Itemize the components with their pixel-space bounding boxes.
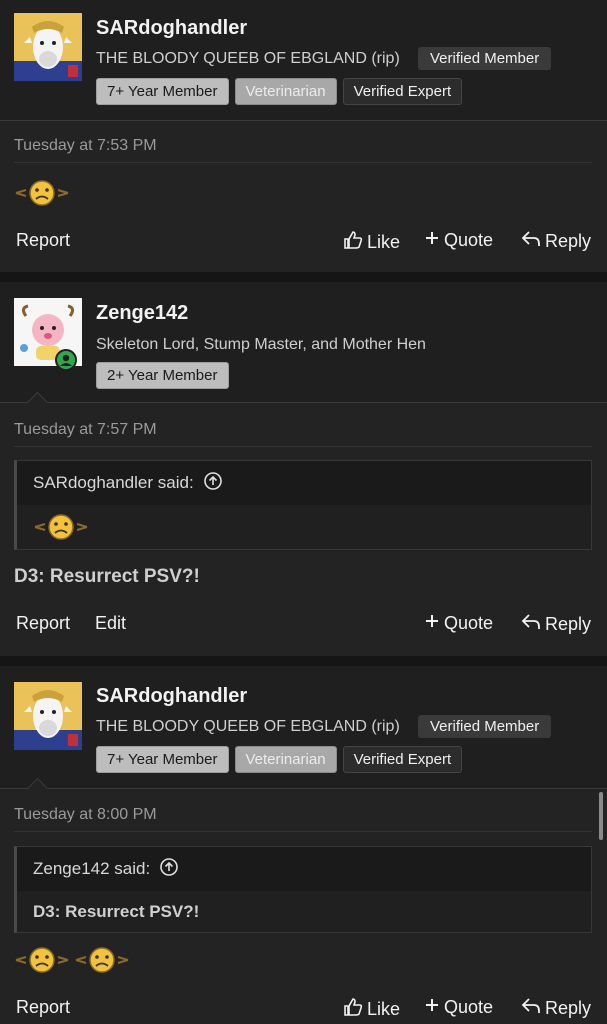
arrow-up-circle-icon[interactable] <box>203 471 222 495</box>
report-link[interactable]: Report <box>16 997 70 1018</box>
plus-icon <box>424 613 440 634</box>
date-divider <box>14 162 592 163</box>
user-badges: 7+ Year Member Veterinarian Verified Exp… <box>96 78 463 105</box>
like-button[interactable]: Like <box>343 997 400 1022</box>
reply-button[interactable]: Reply <box>521 997 591 1020</box>
arrow-up-circle-icon[interactable] <box>160 857 179 881</box>
reply-arrow-icon <box>521 230 541 253</box>
quote-header[interactable]: Zenge142 said: <box>17 847 591 891</box>
badge-year-member: 2+ Year Member <box>96 362 229 389</box>
post-date-link[interactable]: Tuesday at 8:00 PM <box>14 806 157 824</box>
quote-button[interactable]: Quote <box>424 230 493 251</box>
quote-text: D3: Resurrect PSV?! <box>33 901 200 921</box>
reply-label: Reply <box>545 614 592 634</box>
reply-arrow-icon <box>521 997 541 1020</box>
scrollbar[interactable] <box>599 792 603 840</box>
username-link[interactable]: SARdoghandler <box>96 17 247 40</box>
report-link[interactable]: Report <box>16 613 70 634</box>
badge-year-member: 7+ Year Member <box>96 746 229 773</box>
report-link[interactable]: Report <box>16 230 70 251</box>
verified-member-badge: Verified Member <box>418 47 552 70</box>
date-divider <box>14 831 592 832</box>
quote-author: SARdoghandler said: <box>33 473 194 492</box>
plus-icon <box>424 230 440 251</box>
reply-button[interactable]: Reply <box>521 613 591 636</box>
badge-veterinarian: Veterinarian <box>234 746 337 773</box>
reply-label: Reply <box>545 231 592 251</box>
user-badges: 2+ Year Member <box>96 362 229 389</box>
quote-block: Zenge142 said: D3: Resurrect PSV?! <box>14 846 592 933</box>
header-divider <box>0 402 607 403</box>
avatar[interactable] <box>14 13 82 81</box>
frowning-face-emoji-icon <box>74 945 130 975</box>
like-label: Like <box>367 999 401 1019</box>
frowning-face-emoji-icon <box>33 512 89 542</box>
reply-button[interactable]: Reply <box>521 230 591 253</box>
user-title: THE BLOODY QUEEB OF EBGLAND (rip) <box>96 718 400 735</box>
online-status-icon <box>55 349 77 371</box>
user-title: THE BLOODY QUEEB OF EBGLAND (rip) <box>96 50 400 67</box>
edit-link[interactable]: Edit <box>95 613 126 634</box>
username-link[interactable]: Zenge142 <box>96 302 188 325</box>
reply-label: Reply <box>545 998 592 1018</box>
badge-verified-expert: Verified Expert <box>342 78 463 105</box>
quote-button[interactable]: Quote <box>424 613 493 634</box>
post-2: Zenge142 Skeleton Lord, Stump Master, an… <box>0 282 607 656</box>
quote-label: Quote <box>444 230 494 250</box>
post-header: SARdoghandler THE BLOODY QUEEB OF EBGLAN… <box>0 666 607 788</box>
thumbs-up-icon <box>343 997 363 1022</box>
post-separator <box>0 656 607 666</box>
user-title: Skeleton Lord, Stump Master, and Mother … <box>96 336 426 353</box>
message-body <box>14 945 130 975</box>
username-link[interactable]: SARdoghandler <box>96 685 247 708</box>
verified-member-badge: Verified Member <box>418 715 552 738</box>
quote-header[interactable]: SARdoghandler said: <box>17 461 591 505</box>
frowning-face-emoji-icon <box>14 178 70 208</box>
badge-veterinarian: Veterinarian <box>234 78 337 105</box>
like-button[interactable]: Like <box>343 230 400 255</box>
post-date-link[interactable]: Tuesday at 7:53 PM <box>14 137 157 155</box>
quote-label: Quote <box>444 997 494 1017</box>
avatar[interactable] <box>14 682 82 750</box>
date-divider <box>14 446 592 447</box>
frowning-face-emoji-icon <box>14 945 70 975</box>
user-badges: 7+ Year Member Veterinarian Verified Exp… <box>96 746 463 773</box>
header-divider <box>0 120 607 121</box>
reply-arrow-icon <box>521 613 541 636</box>
post-header: Zenge142 Skeleton Lord, Stump Master, an… <box>0 282 607 402</box>
quote-button[interactable]: Quote <box>424 997 493 1018</box>
header-divider <box>0 788 607 789</box>
quote-content: D3: Resurrect PSV?! <box>17 891 591 932</box>
post-1: SARdoghandler THE BLOODY QUEEB OF EBGLAN… <box>0 0 607 272</box>
quote-content <box>17 505 591 549</box>
like-label: Like <box>367 232 401 252</box>
badge-year-member: 7+ Year Member <box>96 78 229 105</box>
post-separator <box>0 272 607 282</box>
message-text: D3: Resurrect PSV?! <box>14 566 200 587</box>
quote-label: Quote <box>444 613 494 633</box>
message-body <box>14 178 70 208</box>
post-date-link[interactable]: Tuesday at 7:57 PM <box>14 421 157 439</box>
thumbs-up-icon <box>343 230 363 255</box>
plus-icon <box>424 997 440 1018</box>
post-header: SARdoghandler THE BLOODY QUEEB OF EBGLAN… <box>0 0 607 120</box>
post-3: SARdoghandler THE BLOODY QUEEB OF EBGLAN… <box>0 666 607 1024</box>
badge-verified-expert: Verified Expert <box>342 746 463 773</box>
quote-block: SARdoghandler said: <box>14 460 592 550</box>
quote-author: Zenge142 said: <box>33 859 151 878</box>
